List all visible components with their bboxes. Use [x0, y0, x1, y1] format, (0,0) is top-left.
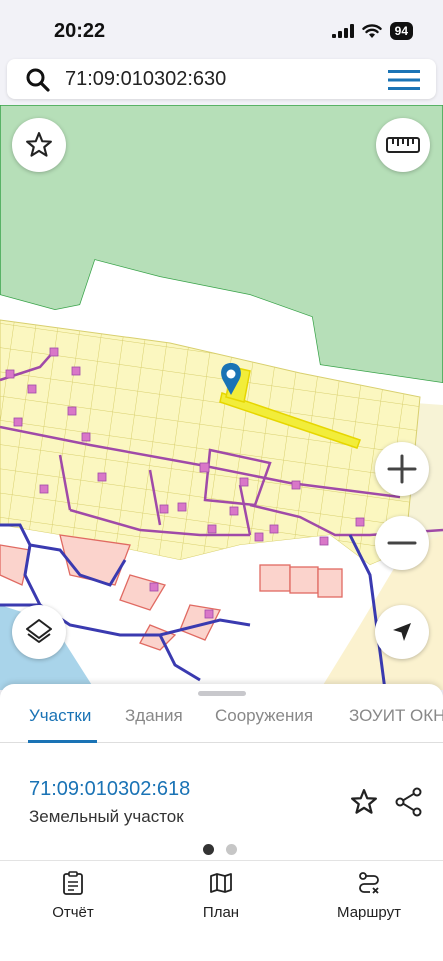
search-input[interactable]: [65, 65, 365, 93]
category-tabs: Участки Здания Сооружения ЗОУИТ ОКН: [0, 702, 443, 743]
nav-report[interactable]: Отчёт: [18, 871, 128, 921]
layers-icon: [26, 619, 52, 643]
nav-plan-label: План: [202, 904, 240, 921]
nav-route[interactable]: Маршрут: [314, 871, 424, 921]
layers-button[interactable]: [12, 605, 66, 659]
tab-structures[interactable]: Сооружения: [215, 706, 313, 742]
plus-icon: [387, 454, 417, 484]
search-bar: [7, 59, 436, 99]
nav-plan[interactable]: План: [166, 871, 276, 921]
zoom-out-button[interactable]: [375, 516, 429, 570]
parcel-type: Земельный участок: [29, 807, 184, 826]
wifi-icon: [361, 23, 382, 38]
results-sheet[interactable]: Участки Здания Сооружения ЗОУИТ ОКН 71:0…: [0, 684, 443, 860]
report-icon: [63, 871, 83, 895]
sheet-drag-handle[interactable]: [198, 691, 246, 696]
ruler-icon: [386, 137, 420, 153]
favorite-button[interactable]: [12, 118, 66, 172]
location-arrow-icon: [393, 623, 411, 641]
measure-button[interactable]: [376, 118, 430, 172]
parcel-number-link[interactable]: 71:09:010302:618: [29, 778, 190, 801]
pager-dot-1[interactable]: [203, 844, 214, 855]
battery-indicator: 94: [389, 22, 413, 40]
menu-icon[interactable]: [388, 69, 420, 91]
bottom-navigation: Отчёт План Маршрут: [0, 860, 443, 961]
nav-route-label: Маршрут: [337, 904, 401, 921]
map-view[interactable]: [0, 105, 443, 690]
result-pager: [203, 844, 237, 855]
status-icons: 94: [331, 22, 413, 40]
active-tab-indicator: [28, 740, 97, 743]
minus-icon: [387, 541, 417, 545]
route-icon: [359, 872, 379, 894]
nav-report-label: Отчёт: [52, 904, 94, 921]
status-bar: 20:22 94: [0, 0, 443, 58]
pager-dot-2[interactable]: [226, 844, 237, 855]
locate-button[interactable]: [375, 605, 429, 659]
map-icon: [210, 873, 232, 893]
status-time: 20:22: [54, 20, 106, 42]
favorite-result-star-icon[interactable]: [349, 787, 379, 817]
tab-buildings[interactable]: Здания: [125, 706, 183, 742]
cadastral-map[interactable]: [0, 105, 443, 690]
tab-zouit[interactable]: ЗОУИТ ОКН: [349, 706, 443, 742]
share-icon[interactable]: [395, 787, 423, 817]
tab-parcels[interactable]: Участки: [29, 706, 91, 742]
cellular-signal-icon: [331, 24, 354, 38]
zoom-in-button[interactable]: [375, 442, 429, 496]
star-icon: [26, 132, 52, 157]
search-icon[interactable]: [25, 67, 51, 93]
